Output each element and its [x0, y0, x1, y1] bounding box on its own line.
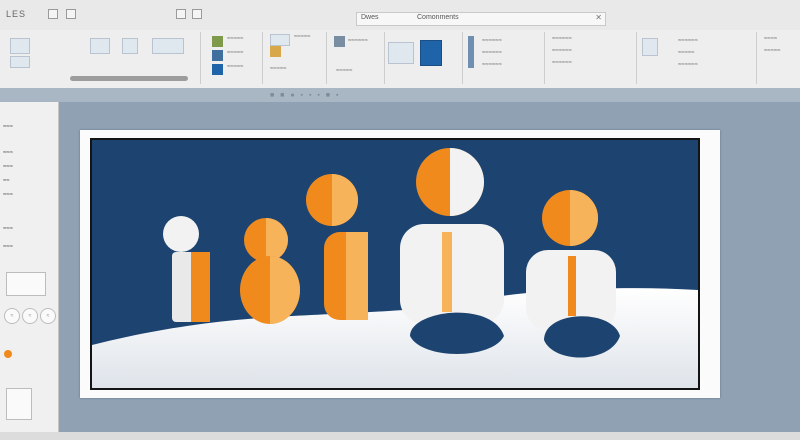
slide-canvas[interactable] [80, 130, 720, 398]
panel-item[interactable]: ≈≈≈ [3, 124, 13, 130]
drawing-option-label[interactable]: ≈≈≈≈≈ [336, 68, 352, 74]
paragraph-option-label[interactable]: ≈≈≈≈≈ [270, 66, 286, 72]
ruler-bar: ■ ■ ● ▪ ▪ ▪ ■ ▪ [0, 88, 800, 102]
designer-option-label[interactable]: ≈≈≈≈≈ [678, 50, 694, 56]
designer-option-label[interactable]: ≈≈≈≈≈≈ [678, 38, 698, 44]
cut-icon[interactable] [10, 56, 30, 68]
new-slide-icon[interactable] [10, 38, 30, 54]
document-title-field[interactable]: Dwes Comonments ✕ [356, 12, 606, 26]
slider-track[interactable] [70, 76, 188, 81]
extra-option-label[interactable]: ≈≈≈≈ [764, 36, 777, 42]
accent-dot-icon [4, 350, 12, 358]
slide-frame[interactable] [90, 138, 700, 390]
font-option-label[interactable]: ≈≈≈≈≈ [227, 64, 243, 70]
status-bar [0, 432, 800, 440]
ribbon-group-font: ≈≈≈≈≈ ≈≈≈≈≈ ≈≈≈≈≈ [202, 32, 263, 84]
ribbon-group-designer: ≈≈≈≈≈≈ ≈≈≈≈≈ ≈≈≈≈≈≈ [638, 32, 757, 84]
style-preview-light[interactable] [388, 42, 414, 64]
panel-option-pill[interactable]: ≈ [4, 308, 20, 324]
panel-item[interactable]: ≈≈≈ [3, 244, 13, 250]
ribbon-group-drawing: ≈≈≈≈≈≈ ≈≈≈≈≈ [328, 32, 385, 84]
ribbon-group-editing: ≈≈≈≈≈≈ ≈≈≈≈≈≈ ≈≈≈≈≈≈ [546, 32, 637, 84]
arrange-option-label[interactable]: ≈≈≈≈≈≈ [482, 50, 502, 56]
designer-icon[interactable] [642, 38, 658, 56]
ribbon-group-arrange: ≈≈≈≈≈≈ ≈≈≈≈≈≈ ≈≈≈≈≈≈ [464, 32, 545, 84]
panel-item[interactable]: ≈≈≈ [3, 226, 13, 232]
highlight-swatch[interactable] [270, 46, 281, 57]
paragraph-option-label[interactable]: ≈≈≈≈≈ [294, 34, 310, 40]
drawing-option-label[interactable]: ≈≈≈≈≈≈ [348, 38, 368, 44]
ribbon-group-styles [386, 32, 463, 84]
title-field-name: Comonments [417, 14, 459, 21]
style-preview-blue[interactable] [420, 40, 442, 66]
slide-thumbnail[interactable] [6, 388, 32, 420]
menu-icon[interactable] [192, 9, 202, 19]
font-option-label[interactable]: ≈≈≈≈≈ [227, 50, 243, 56]
extra-option-label[interactable]: ≈≈≈≈≈ [764, 48, 780, 54]
app-title: LES [6, 9, 27, 19]
designer-option-label[interactable]: ≈≈≈≈≈≈ [678, 62, 698, 68]
slide-thumbnail-panel: ≈≈≈ ≈≈≈ ≈≈≈ ≈≈ ≈≈≈ ≈≈≈ ≈≈≈ ≈ ≈ ≈ [0, 102, 59, 432]
arrange-option-label[interactable]: ≈≈≈≈≈≈ [482, 38, 502, 44]
panel-item[interactable]: ≈≈≈ [3, 150, 13, 156]
arrange-icon[interactable] [468, 36, 474, 68]
panel-item[interactable]: ≈≈ [3, 178, 10, 184]
ribbon-toolbar: ≈≈≈≈≈ ≈≈≈≈≈ ≈≈≈≈≈ ≈≈≈≈≈ ≈≈≈≈≈ ≈≈≈≈≈≈ ≈≈≈… [0, 30, 800, 89]
editing-option-label[interactable]: ≈≈≈≈≈≈ [552, 48, 572, 54]
panel-option-pill[interactable]: ≈ [22, 308, 38, 324]
ribbon-group-extra: ≈≈≈≈ ≈≈≈≈≈ [758, 32, 800, 84]
undo-icon[interactable] [48, 9, 58, 19]
save-icon[interactable] [176, 9, 186, 19]
reset-icon[interactable] [122, 38, 138, 54]
redo-icon[interactable] [66, 9, 76, 19]
font-option-label[interactable]: ≈≈≈≈≈ [227, 36, 243, 42]
title-bar: LES Dwes Comonments ✕ [0, 0, 800, 31]
panel-item[interactable]: ≈≈≈ [3, 164, 13, 170]
editing-option-label[interactable]: ≈≈≈≈≈≈ [552, 36, 572, 42]
editing-option-label[interactable]: ≈≈≈≈≈≈ [552, 60, 572, 66]
font-color-swatch[interactable] [212, 36, 223, 47]
align-icon[interactable] [270, 34, 290, 46]
ruler-marks: ■ ■ ● ▪ ▪ ▪ ■ ▪ [270, 92, 341, 99]
close-icon[interactable]: ✕ [595, 13, 602, 22]
fill-color-swatch[interactable] [212, 50, 223, 61]
panel-option-pill[interactable]: ≈ [40, 308, 56, 324]
shape-icon[interactable] [334, 36, 345, 47]
ribbon-group-clipboard [0, 32, 201, 84]
section-icon[interactable] [152, 38, 184, 54]
panel-item[interactable]: ≈≈≈ [3, 192, 13, 198]
title-field-label: Dwes [361, 14, 379, 21]
arrange-option-label[interactable]: ≈≈≈≈≈≈ [482, 62, 502, 68]
panel-preview-box[interactable] [6, 272, 46, 296]
outline-color-swatch[interactable] [212, 64, 223, 75]
ribbon-group-paragraph: ≈≈≈≈≈ ≈≈≈≈≈ [264, 32, 327, 84]
layout-icon[interactable] [90, 38, 110, 54]
slide-illustration [92, 140, 698, 388]
